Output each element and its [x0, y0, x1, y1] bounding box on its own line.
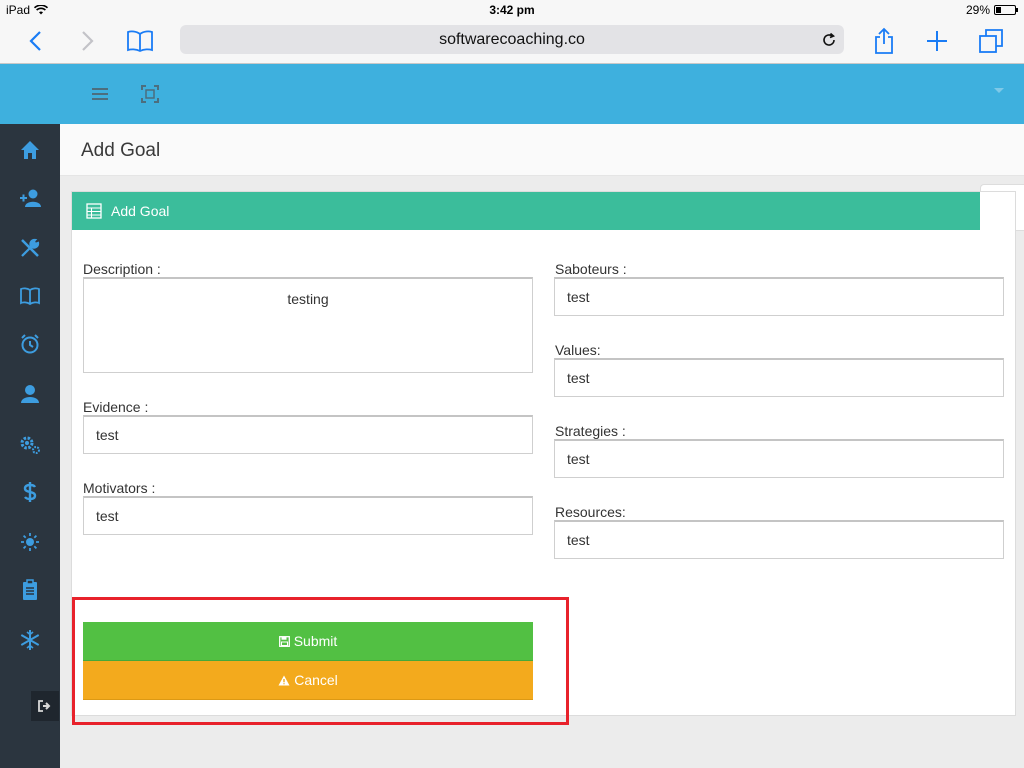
new-tab-button[interactable] — [922, 26, 952, 56]
menu-icon[interactable] — [90, 84, 110, 104]
saboteurs-value: test — [567, 289, 590, 305]
sidebar-item-sun[interactable] — [0, 522, 60, 562]
fullscreen-icon[interactable] — [140, 84, 160, 104]
battery-percent: 29% — [965, 3, 990, 17]
sun-icon — [21, 533, 39, 551]
saboteurs-input[interactable]: test — [554, 277, 1004, 316]
tabs-icon — [979, 29, 1003, 53]
strategies-label: Strategies : — [555, 423, 626, 439]
book-icon — [20, 287, 40, 306]
description-textarea[interactable]: testing — [83, 277, 533, 373]
page-title-bar: Add Goal — [60, 124, 1024, 176]
tools-icon — [21, 238, 40, 257]
table-icon — [86, 203, 102, 219]
resources-label: Resources: — [555, 504, 626, 520]
clipboard-icon — [23, 579, 37, 600]
app-header — [0, 64, 1024, 124]
values-input[interactable]: test — [554, 358, 1004, 397]
back-icon — [29, 31, 41, 51]
reload-icon[interactable] — [820, 31, 838, 49]
logout-icon — [38, 700, 51, 712]
sidebar-item-book[interactable] — [0, 276, 60, 316]
submit-button[interactable]: Submit — [83, 622, 533, 661]
add-user-icon — [20, 189, 41, 207]
cogs-icon — [20, 436, 40, 454]
submit-label: Submit — [293, 633, 338, 649]
dollar-icon — [23, 482, 37, 502]
page-title: Add Goal — [81, 140, 161, 161]
evidence-input[interactable]: test — [83, 415, 533, 454]
sidebar-item-user[interactable] — [0, 374, 60, 414]
forward-button[interactable] — [73, 26, 103, 56]
resources-input[interactable]: test — [554, 520, 1004, 559]
sidebar-item-billing[interactable] — [0, 472, 60, 512]
panel-header: Add Goal — [72, 192, 980, 230]
evidence-label: Evidence : — [83, 399, 149, 415]
new-tab-icon — [927, 31, 947, 51]
sidebar-item-alarm[interactable] — [0, 324, 60, 364]
browser-toolbar: softwarecoaching.co — [0, 20, 1024, 64]
ios-status-bar: iPad 3:42 pm 29% — [0, 0, 1024, 20]
share-button[interactable] — [869, 26, 899, 56]
warning-icon — [278, 675, 290, 685]
saboteurs-label: Saboteurs : — [555, 261, 627, 277]
address-bar[interactable]: softwarecoaching.co — [180, 25, 844, 54]
clock: 3:42 pm — [489, 3, 535, 17]
values-label: Values: — [555, 342, 601, 358]
strategies-input[interactable]: test — [554, 439, 1004, 478]
description-value: testing — [287, 291, 329, 307]
cancel-button[interactable]: Cancel — [83, 661, 533, 700]
user-icon — [21, 385, 39, 403]
save-icon — [278, 635, 290, 647]
bookmarks-icon — [127, 30, 153, 53]
status-right: 29% — [965, 3, 1018, 17]
snowflake-icon — [20, 630, 40, 650]
back-button[interactable] — [20, 26, 50, 56]
motivators-value: test — [96, 508, 119, 524]
sidebar-item-settings[interactable] — [0, 424, 60, 464]
strategies-value: test — [567, 451, 590, 467]
panel-title: Add Goal — [111, 203, 170, 219]
home-icon — [21, 141, 39, 159]
evidence-value: test — [96, 427, 119, 443]
forward-icon — [82, 31, 94, 51]
resources-value: test — [567, 532, 590, 548]
dropdown-caret-icon[interactable] — [994, 88, 1004, 93]
cancel-label: Cancel — [294, 672, 338, 688]
url-text: softwarecoaching.co — [439, 31, 585, 48]
tabs-button[interactable] — [976, 26, 1006, 56]
alarm-icon — [21, 334, 39, 354]
sidebar — [0, 124, 60, 768]
share-icon — [875, 27, 893, 54]
values-value: test — [567, 370, 590, 386]
motivators-label: Motivators : — [83, 480, 156, 496]
sidebar-item-add-user[interactable] — [0, 178, 60, 218]
logout-button[interactable] — [31, 691, 59, 721]
sidebar-item-clipboard[interactable] — [0, 570, 60, 610]
bookmarks-button[interactable] — [125, 26, 155, 56]
motivators-input[interactable]: test — [83, 496, 533, 535]
battery-fill — [996, 7, 1002, 13]
sidebar-item-home[interactable] — [0, 130, 60, 170]
sidebar-item-snowflake[interactable] — [0, 620, 60, 660]
description-label: Description : — [83, 261, 161, 277]
battery-icon — [994, 5, 1018, 15]
sidebar-item-tools[interactable] — [0, 228, 60, 268]
